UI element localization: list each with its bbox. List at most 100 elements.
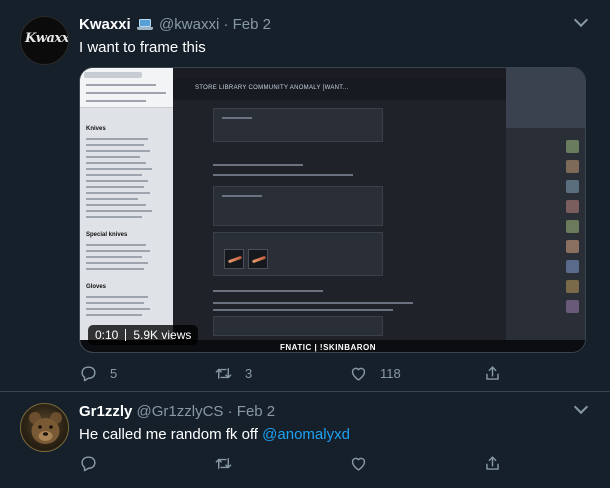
trade-line bbox=[213, 302, 413, 304]
sheet-row bbox=[86, 150, 150, 152]
reply-icon bbox=[81, 365, 96, 381]
spreadsheet-toolbar bbox=[80, 68, 173, 108]
trade-message bbox=[213, 108, 383, 142]
trade-message bbox=[213, 316, 383, 336]
tweet-text: I want to frame this bbox=[79, 39, 206, 56]
friend-avatar bbox=[566, 280, 579, 293]
tweet-header: Gr1zzly @Gr1zzlyCS · Feb 2 bbox=[79, 403, 275, 420]
sheet-row bbox=[86, 198, 138, 200]
laptop-icon bbox=[136, 19, 153, 30]
friend-avatar bbox=[566, 300, 579, 313]
friend-avatar bbox=[566, 180, 579, 193]
sheet-row bbox=[86, 250, 150, 252]
retweet-count: 3 bbox=[245, 365, 253, 381]
video-frame-inventory bbox=[506, 68, 585, 352]
trade-line bbox=[213, 174, 353, 176]
reply-button[interactable] bbox=[79, 453, 110, 473]
handle[interactable]: @kwaxxi bbox=[159, 16, 219, 33]
item-slot bbox=[248, 249, 268, 269]
friend-avatar bbox=[566, 200, 579, 213]
trade-line bbox=[222, 195, 262, 197]
sheet-row bbox=[86, 144, 144, 146]
stream-watermark: FNATIC | !SKINBARON bbox=[280, 343, 377, 352]
tweet-header: Kwaxxi @kwaxxi · Feb 2 bbox=[79, 16, 271, 33]
toolbar-line bbox=[86, 92, 166, 94]
tweet-actions bbox=[79, 453, 499, 473]
friend-avatar bbox=[566, 260, 579, 273]
badge-separator bbox=[125, 329, 127, 341]
video-info-badge: 0:10 5.9K views bbox=[88, 325, 199, 345]
retweet-button[interactable]: 3 bbox=[214, 363, 252, 383]
bear-avatar-icon bbox=[29, 412, 62, 444]
sheet-row bbox=[86, 216, 142, 218]
reply-count: 5 bbox=[110, 365, 118, 381]
sheet-row bbox=[86, 314, 142, 316]
inventory-header bbox=[506, 68, 585, 128]
sheet-row bbox=[86, 186, 144, 188]
sheet-section-label: Gloves bbox=[86, 284, 107, 290]
trade-line bbox=[213, 290, 323, 292]
avatar[interactable]: Kwaxxi bbox=[20, 16, 69, 65]
share-icon bbox=[486, 455, 499, 470]
friend-avatar bbox=[566, 140, 579, 153]
sheet-row bbox=[86, 308, 150, 310]
sheet-row bbox=[86, 192, 150, 194]
tweet[interactable]: Kwaxxi Kwaxxi @kwaxxi · Feb 2 I want to … bbox=[0, 0, 610, 392]
sheet-row bbox=[86, 296, 148, 298]
friend-avatar bbox=[566, 240, 579, 253]
tweet-date[interactable]: Feb 2 bbox=[237, 403, 275, 420]
sheet-section-label: Special knives bbox=[86, 232, 128, 238]
sheet-row bbox=[86, 244, 146, 246]
like-count: 118 bbox=[380, 365, 401, 381]
mention-link[interactable]: @anomalyxd bbox=[262, 426, 350, 443]
chevron-down-icon[interactable] bbox=[573, 12, 589, 28]
tweet-date[interactable]: Feb 2 bbox=[233, 16, 271, 33]
sheet-row bbox=[86, 180, 148, 182]
retweet-icon bbox=[215, 367, 232, 379]
display-name[interactable]: Kwaxxi bbox=[79, 16, 131, 33]
video-frame-spreadsheet: Knives Special knives Gloves bbox=[80, 68, 173, 352]
avatar[interactable] bbox=[20, 403, 69, 452]
tweet-text-body: He called me random fk off bbox=[79, 426, 263, 443]
tweet[interactable]: Gr1zzly @Gr1zzlyCS · Feb 2 He called me … bbox=[0, 393, 610, 488]
video-frame-steam: STORE LIBRARY COMMUNITY ANOMALY [WANT... bbox=[173, 78, 506, 340]
video-player[interactable]: Knives Special knives Gloves STORE LIBRA… bbox=[79, 67, 586, 353]
sheet-row bbox=[86, 262, 148, 264]
trade-offer bbox=[213, 232, 383, 276]
retweet-icon bbox=[215, 457, 232, 469]
heart-icon bbox=[351, 367, 366, 381]
trade-line bbox=[222, 117, 252, 119]
display-name[interactable]: Gr1zzly bbox=[79, 403, 132, 420]
share-button[interactable] bbox=[483, 453, 502, 473]
item-slot bbox=[224, 249, 244, 269]
heart-icon bbox=[351, 457, 366, 471]
video-time: 0:10 bbox=[95, 328, 119, 342]
reply-button[interactable]: 5 bbox=[79, 363, 117, 383]
share-button[interactable] bbox=[483, 363, 502, 383]
sheet-row bbox=[86, 168, 152, 170]
sheet-row bbox=[86, 204, 146, 206]
separator-dot: · bbox=[223, 16, 233, 33]
sheet-section-label: Knives bbox=[86, 126, 106, 132]
like-button[interactable] bbox=[349, 453, 380, 473]
like-button[interactable]: 118 bbox=[349, 363, 401, 383]
sheet-row bbox=[86, 256, 142, 258]
handle[interactable]: @Gr1zzlyCS bbox=[137, 403, 224, 420]
trade-line bbox=[213, 164, 303, 166]
tweet-text: He called me random fk off @anomalyxd bbox=[79, 426, 350, 443]
tweet-actions: 5 3 118 bbox=[79, 363, 499, 383]
sheet-row bbox=[86, 210, 152, 212]
avatar-logo: Kwaxxi bbox=[25, 31, 69, 46]
friend-avatar bbox=[566, 220, 579, 233]
trade-line bbox=[213, 309, 393, 311]
sheet-row bbox=[86, 268, 144, 270]
trade-message bbox=[213, 186, 383, 226]
retweet-button[interactable] bbox=[214, 453, 245, 473]
sheet-row bbox=[86, 162, 146, 164]
chevron-down-icon[interactable] bbox=[573, 399, 589, 415]
toolbar-line bbox=[86, 100, 146, 102]
sheet-row bbox=[86, 156, 140, 158]
browser-tab bbox=[84, 72, 142, 78]
steam-menu-bar: STORE LIBRARY COMMUNITY ANOMALY [WANT... bbox=[173, 78, 506, 100]
share-icon bbox=[486, 365, 499, 380]
